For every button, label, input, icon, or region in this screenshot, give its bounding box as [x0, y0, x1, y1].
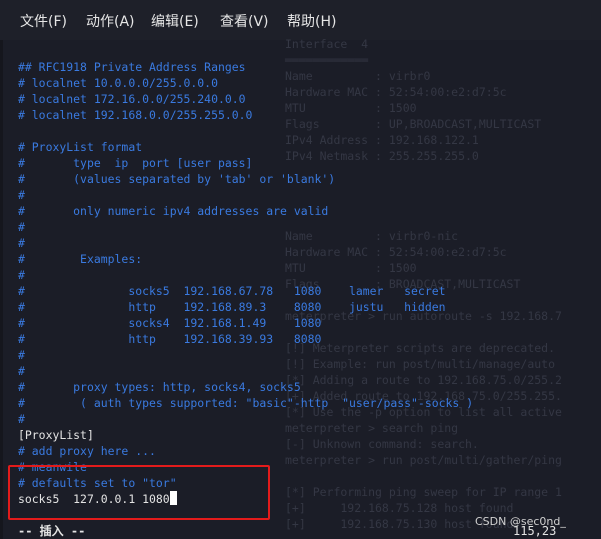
editor-line: # localnet 192.168.0.0/255.255.0.0 — [18, 107, 473, 123]
highlight-box — [8, 465, 270, 520]
line-text: # Examples: — [18, 252, 143, 266]
line-text: # http 192.168.89.3 8080 justu hidden — [18, 300, 446, 314]
editor-line: # proxy types: http, socks4, socks5 — [18, 379, 473, 395]
editor-line: # — [18, 235, 473, 251]
editor-line: # ProxyList format — [18, 139, 473, 155]
line-text: # — [18, 412, 25, 426]
editor-line: # — [18, 363, 473, 379]
line-text: # — [18, 268, 25, 282]
editor-line: # ( auth types supported: "basic"-http "… — [18, 395, 473, 411]
vim-mode-indicator: -- 插入 -- — [18, 524, 86, 538]
background-line: Interface 4 — [285, 37, 369, 51]
editor-line: # — [18, 347, 473, 363]
line-text: # add proxy here ... — [18, 444, 156, 458]
menu-view[interactable]: 查看(V) — [220, 11, 269, 31]
editor-line: # only numeric ipv4 addresses are valid — [18, 203, 473, 219]
line-text: # socks4 192.168.1.49 1080 — [18, 316, 322, 330]
line-text: # http 192.168.39.93 8080 — [18, 332, 322, 346]
menu-edit[interactable]: 编辑(E) — [151, 11, 199, 31]
editor-line: # http 192.168.39.93 8080 — [18, 331, 473, 347]
window-edge — [0, 40, 3, 539]
editor-line: # — [18, 411, 473, 427]
editor-line: # — [18, 219, 473, 235]
menu-bar: 文件(F) 动作(A) 编辑(E) 查看(V) 帮助(H) — [0, 0, 601, 40]
line-text: # proxy types: http, socks4, socks5 — [18, 380, 301, 394]
line-text: # (values separated by 'tab' or 'blank') — [18, 172, 336, 186]
editor-line: # Examples: — [18, 251, 473, 267]
editor-line: # http 192.168.89.3 8080 justu hidden — [18, 299, 473, 315]
line-text: # — [18, 364, 25, 378]
line-text: # — [18, 348, 25, 362]
line-text: # localnet 10.0.0.0/255.0.0.0 — [18, 76, 218, 90]
line-text: ## RFC1918 Private Address Ranges — [18, 60, 246, 74]
editor-line: # — [18, 267, 473, 283]
vim-editor[interactable]: ## RFC1918 Private Address Ranges # local… — [18, 59, 473, 507]
line-text: # only numeric ipv4 addresses are valid — [18, 204, 329, 218]
editor-line: # socks5 192.168.67.78 1080 lamer secret — [18, 283, 473, 299]
watermark: CSDN @sec0nd_ — [475, 515, 566, 528]
line-text: # — [18, 236, 25, 250]
editor-line: # add proxy here ... — [18, 443, 473, 459]
line-text: # socks5 192.168.67.78 1080 lamer secret — [18, 284, 446, 298]
menu-help[interactable]: 帮助(H) — [287, 11, 336, 31]
editor-line: ## RFC1918 Private Address Ranges — [18, 59, 473, 75]
line-text: # — [18, 220, 25, 234]
editor-line: # localnet 172.16.0.0/255.240.0.0 — [18, 91, 473, 107]
line-text: # localnet 192.168.0.0/255.255.0.0 — [18, 108, 253, 122]
line-text: # — [18, 188, 25, 202]
editor-line: [ProxyList] — [18, 427, 473, 443]
line-text: # ( auth types supported: "basic"-http "… — [18, 396, 474, 410]
editor-line: # socks4 192.168.1.49 1080 — [18, 315, 473, 331]
line-text: # type ip port [user pass] — [18, 156, 253, 170]
editor-line: # localnet 10.0.0.0/255.0.0.0 — [18, 75, 473, 91]
editor-line: # — [18, 187, 473, 203]
line-text: # ProxyList format — [18, 140, 143, 154]
editor-line: # (values separated by 'tab' or 'blank') — [18, 171, 473, 187]
line-text: [ProxyList] — [18, 428, 94, 442]
editor-line: # type ip port [user pass] — [18, 155, 473, 171]
menu-file[interactable]: 文件(F) — [20, 11, 67, 31]
menu-action[interactable]: 动作(A) — [86, 11, 135, 31]
line-text: # localnet 172.16.0.0/255.240.0.0 — [18, 92, 246, 106]
